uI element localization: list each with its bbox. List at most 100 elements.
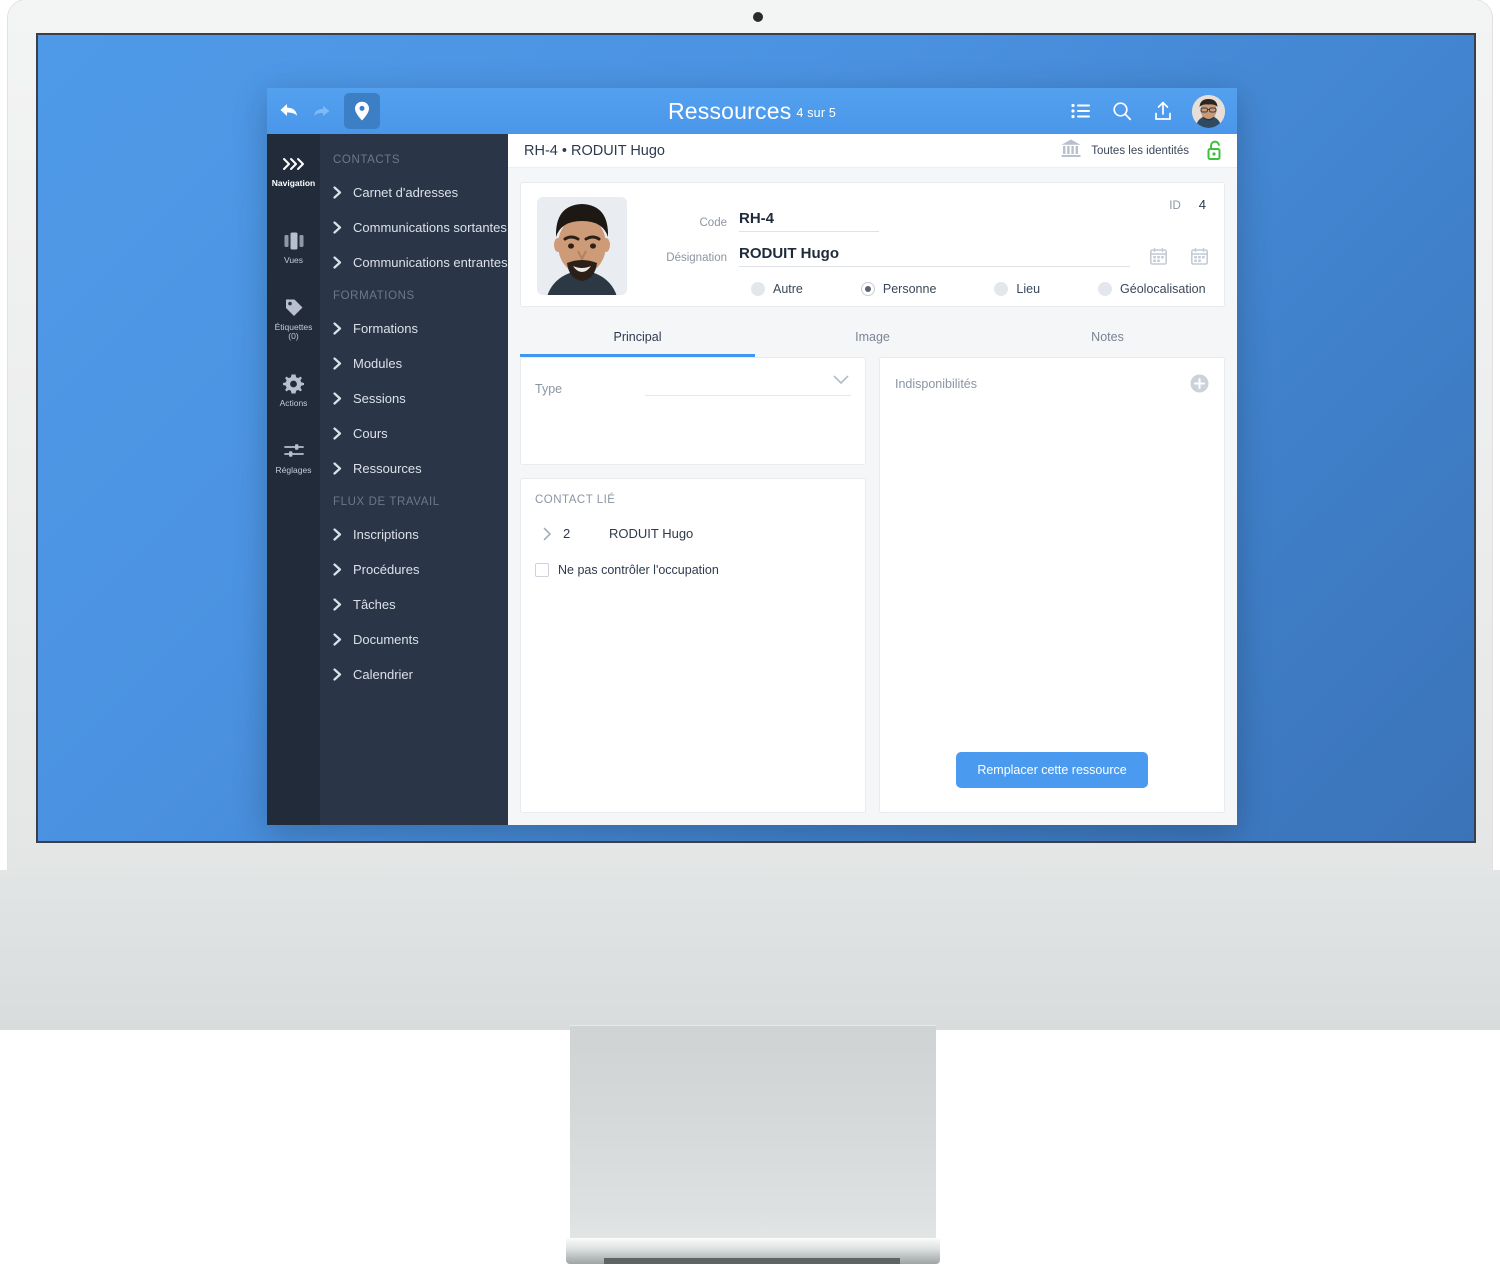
sidebar-label: Documents xyxy=(353,632,419,647)
id-label: ID xyxy=(1169,200,1181,212)
sidebar-item-documents[interactable]: Documents xyxy=(320,622,508,657)
monitor-scene: Ressources 4 sur 5 Navigation Vues Étiqu… xyxy=(0,0,1500,1264)
sidebar-item-cours[interactable]: Cours xyxy=(320,416,508,451)
chevron-right-icon xyxy=(333,462,343,475)
type-radio-group: Autre Personne Lieu Géolocalisation xyxy=(649,282,1208,296)
sidebar-label: Carnet d'adresses xyxy=(353,185,459,200)
monitor-stand xyxy=(570,1025,936,1264)
radio-label: Autre xyxy=(773,282,803,296)
monitor-neck xyxy=(0,870,1500,1030)
rail-label-navigation: Navigation xyxy=(271,178,316,188)
sidebar-label: Calendrier xyxy=(353,667,413,682)
contact-row-name: RODUIT Hugo xyxy=(609,526,694,541)
sidebar-item-communications-entrantes[interactable]: Communications entrantes xyxy=(320,245,508,280)
sidebar-item-ressources[interactable]: Ressources xyxy=(320,451,508,486)
sidebar-item-sessions[interactable]: Sessions xyxy=(320,381,508,416)
content-header: RH-4 • RODUIT Hugo Toutes les identités xyxy=(508,134,1237,168)
tag-icon xyxy=(284,297,304,319)
remplacer-ressource-button[interactable]: Remplacer cette ressource xyxy=(956,752,1148,788)
calendar-buttons xyxy=(1130,248,1208,267)
icon-rail: Navigation Vues Étiquettes (0) Actions R… xyxy=(267,134,320,825)
redo-arrow-icon[interactable] xyxy=(310,100,332,122)
indisponibilites-title: Indisponibilités xyxy=(895,376,977,391)
record-count: 4 sur 5 xyxy=(796,105,837,120)
undo-arrow-icon[interactable] xyxy=(278,100,300,122)
designation-input[interactable]: RODUIT Hugo xyxy=(739,245,1130,267)
sidebar-item-inscriptions[interactable]: Inscriptions xyxy=(320,517,508,552)
rail-item-vues[interactable]: Vues xyxy=(267,221,320,272)
type-row: Type xyxy=(535,376,851,396)
sidebar-item-procedures[interactable]: Procédures xyxy=(320,552,508,587)
tab-notes[interactable]: Notes xyxy=(990,319,1225,357)
tab-principal[interactable]: Principal xyxy=(520,319,755,357)
map-pin-icon[interactable] xyxy=(344,93,380,129)
contact-row-number: 2 xyxy=(563,526,571,541)
id-row: ID 4 xyxy=(1169,197,1206,212)
sidebar-item-communications-sortantes[interactable]: Communications sortantes xyxy=(320,210,508,245)
sidebar-item-modules[interactable]: Modules xyxy=(320,346,508,381)
app-body: Navigation Vues Étiquettes (0) Actions R… xyxy=(267,134,1237,825)
rail-item-reglages[interactable]: Réglages xyxy=(267,431,320,482)
tab-image[interactable]: Image xyxy=(755,319,990,357)
person-photo xyxy=(537,197,627,295)
radio-label: Lieu xyxy=(1016,282,1041,296)
panels: Type CONTACT LIÉ 2 RODUIT Hugo Ne pas co… xyxy=(520,357,1225,813)
chevron-right-icon xyxy=(333,186,343,199)
chevron-right-icon xyxy=(333,528,343,541)
calendar-icon[interactable] xyxy=(1150,248,1167,265)
sidebar-label: Sessions xyxy=(353,391,406,406)
calendar-icon[interactable] xyxy=(1191,248,1208,265)
app-window: Ressources 4 sur 5 Navigation Vues Étiqu… xyxy=(267,88,1237,825)
sidebar-label: Procédures xyxy=(353,562,420,577)
chevron-right-icon xyxy=(333,633,343,646)
unlocked-padlock-icon[interactable] xyxy=(1206,140,1224,161)
sidebar-item-carnet-adresses[interactable]: Carnet d'adresses xyxy=(320,175,508,210)
designation-value: RODUIT Hugo xyxy=(739,245,839,262)
rail-item-actions[interactable]: Actions xyxy=(267,364,320,415)
type-select[interactable] xyxy=(645,376,851,396)
page-title-text: Ressources xyxy=(667,97,792,124)
chevron-right-icon[interactable] xyxy=(535,527,563,541)
sidebar-item-formations[interactable]: Formations xyxy=(320,311,508,346)
radio-label: Personne xyxy=(882,282,937,296)
radio-personne[interactable]: Personne xyxy=(860,282,937,296)
record-card: ID 4 Code RH-4 Désignation RODUIT Hugo A… xyxy=(520,182,1225,307)
table-row[interactable]: 2 RODUIT Hugo xyxy=(535,526,851,541)
checkbox-icon[interactable] xyxy=(535,563,549,577)
search-icon[interactable] xyxy=(1110,99,1134,123)
record-fields: ID 4 Code RH-4 Désignation RODUIT Hugo A… xyxy=(627,197,1208,296)
chevron-down-icon[interactable] xyxy=(833,375,849,385)
indisponibilites-card: Indisponibilités Remplacer cette ressour… xyxy=(879,357,1225,813)
topbar-actions xyxy=(1069,94,1237,128)
radio-autre[interactable]: Autre xyxy=(751,282,803,296)
id-value: 4 xyxy=(1198,197,1206,212)
occupation-checkbox-row[interactable]: Ne pas contrôler l'occupation xyxy=(535,563,851,577)
menu-section-contacts: CONTACTS xyxy=(333,154,401,166)
chevron-right-icon xyxy=(333,427,343,440)
rail-item-navigation[interactable]: Navigation xyxy=(267,144,320,195)
sidebar-label: Cours xyxy=(353,426,388,441)
upload-icon[interactable] xyxy=(1151,99,1175,123)
list-view-icon[interactable] xyxy=(1069,99,1093,123)
app-topbar: Ressources 4 sur 5 xyxy=(267,88,1237,134)
sidebar-item-calendrier[interactable]: Calendrier xyxy=(320,657,508,692)
user-avatar[interactable] xyxy=(1192,94,1225,128)
record-title: RH-4 • RODUIT Hugo xyxy=(524,142,665,159)
rail-label-etiquettes: Étiquettes (0) xyxy=(274,321,313,342)
chevron-right-icon xyxy=(333,256,343,269)
rail-item-etiquettes[interactable]: Étiquettes (0) xyxy=(267,288,320,349)
radio-geolocalisation[interactable]: Géolocalisation xyxy=(1098,282,1206,296)
type-card: Type xyxy=(520,357,866,465)
chevron-right-icon xyxy=(333,392,343,405)
radio-lieu[interactable]: Lieu xyxy=(994,282,1040,296)
sidebar-label: Inscriptions xyxy=(353,527,419,542)
sidebar-label: Tâches xyxy=(353,597,396,612)
menu-section-formations: FORMATIONS xyxy=(333,290,415,302)
chevron-right-icon xyxy=(333,668,343,681)
code-input[interactable]: RH-4 xyxy=(739,210,879,232)
chevron-right-icon xyxy=(333,563,343,576)
plus-circle-icon[interactable] xyxy=(1190,374,1209,393)
designation-row: Désignation RODUIT Hugo xyxy=(649,245,1208,267)
content-area: RH-4 • RODUIT Hugo Toutes les identités … xyxy=(508,134,1237,825)
sidebar-item-taches[interactable]: Tâches xyxy=(320,587,508,622)
